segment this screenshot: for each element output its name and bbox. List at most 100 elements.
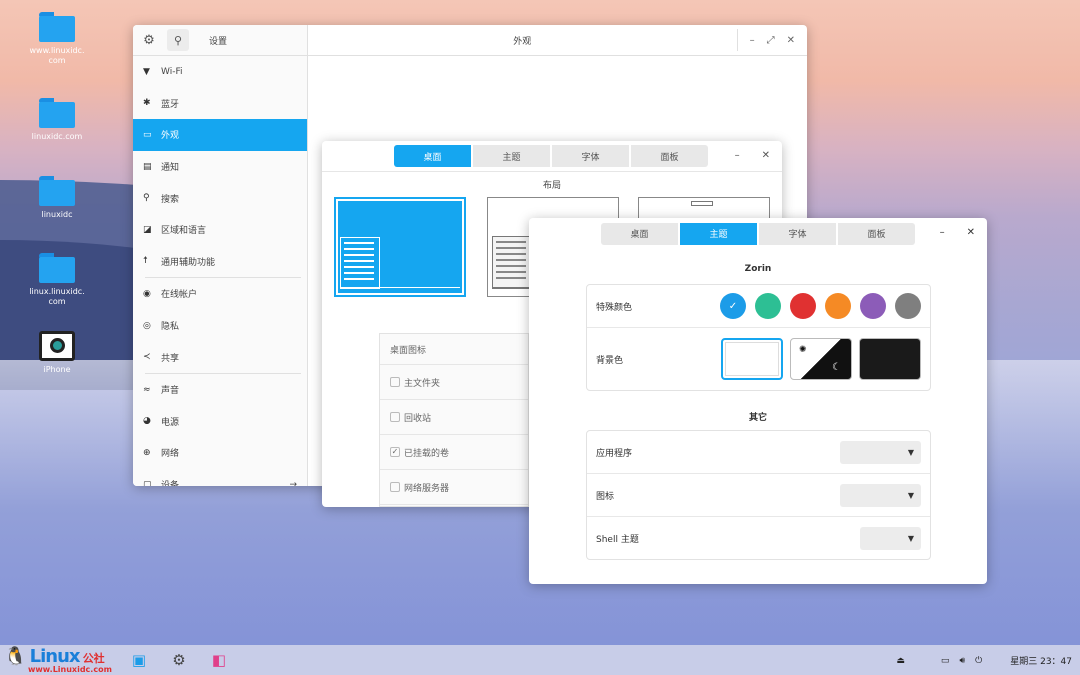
desktop-camera[interactable]: iPhone: [22, 331, 92, 375]
sidebar-item-privacy[interactable]: ◎ 隐私: [133, 310, 307, 342]
screen-icon[interactable]: ▭: [941, 656, 950, 666]
sidebar-item-appearance[interactable]: ▭ 外观: [133, 119, 307, 151]
tweaks-header: 桌面 主题 字体 面板 – ✕: [322, 141, 782, 172]
accent-swatch-green[interactable]: [755, 293, 781, 319]
background-dark-option[interactable]: [859, 338, 921, 380]
close-icon[interactable]: ✕: [967, 227, 975, 238]
software-store-icon[interactable]: ▣: [128, 649, 150, 671]
search-icon: ⚲: [143, 193, 150, 204]
search-button[interactable]: ⚲: [167, 29, 189, 51]
checkbox-checked[interactable]: ✓: [390, 447, 400, 457]
tab-desktop[interactable]: 桌面: [394, 145, 471, 167]
icons-theme-dropdown[interactable]: ▼: [840, 483, 921, 507]
apps-theme-dropdown[interactable]: ▼: [840, 440, 921, 464]
checkbox[interactable]: [390, 482, 400, 492]
sidebar-item-sharing[interactable]: ≺ 共享: [133, 341, 307, 373]
checkbox[interactable]: [390, 412, 400, 422]
check-icon: ✓: [728, 300, 738, 312]
sidebar-item-region[interactable]: ◪ 区域和语言: [133, 214, 307, 246]
tab-desktop[interactable]: 桌面: [601, 222, 678, 245]
sidebar-item-wifi[interactable]: ▼ Wi-Fi: [133, 56, 307, 88]
checkbox-mounted-volumes[interactable]: ✓ 已挂载的卷: [380, 435, 528, 470]
row-label: 背景色: [596, 355, 624, 366]
checkbox-label: 回收站: [404, 413, 432, 424]
desktop-folder[interactable]: linuxidc: [22, 176, 92, 220]
accent-swatch-red[interactable]: [790, 293, 816, 319]
tab-theme[interactable]: 主题: [473, 145, 550, 167]
tab-fonts[interactable]: 字体: [759, 222, 836, 245]
folder-icon: [39, 176, 75, 206]
window-controls: – ✕: [940, 227, 975, 238]
accent-swatch-orange[interactable]: [825, 293, 851, 319]
power-icon: ◕: [143, 416, 151, 427]
tab-fonts[interactable]: 字体: [552, 145, 629, 167]
close-icon[interactable]: ✕: [787, 35, 795, 46]
sidebar-item-label: 网络: [161, 449, 180, 460]
sidebar-item-bluetooth[interactable]: ✱ 蓝牙: [133, 88, 307, 120]
accent-swatch-purple[interactable]: [860, 293, 886, 319]
tab-panel[interactable]: 面板: [838, 222, 915, 245]
checkbox-trash[interactable]: 回收站: [380, 400, 528, 435]
sidebar-item-label: 区域和语言: [161, 226, 207, 237]
chevron-down-icon: ▼: [907, 447, 914, 457]
eject-icon[interactable]: ⏏: [896, 656, 905, 666]
sidebar-item-online-accounts[interactable]: ◉ 在线帐户: [133, 278, 307, 310]
tweaks-window-theme: 桌面 主题 字体 面板 – ✕ Zorin 特殊颜色 ✓ 背景色 ✺ ☾ 其它 …: [529, 218, 987, 584]
taskbar-preview: [340, 287, 460, 292]
gear-icon[interactable]: ⚙: [133, 33, 165, 48]
appearance-app-icon[interactable]: ◧: [208, 649, 230, 671]
sidebar-item-accessibility[interactable]: ☨ 通用辅助功能: [133, 246, 307, 278]
row-label: Shell 主题: [596, 534, 639, 545]
background-options: ✺ ☾: [721, 338, 921, 380]
sidebar-item-network[interactable]: ⊕ 网络: [133, 437, 307, 469]
sidebar-header: ⚙ ⚲ 设置: [133, 25, 307, 56]
sidebar-item-label: Wi-Fi: [161, 66, 183, 77]
desktop-folder[interactable]: linux.linuxidc. com: [22, 253, 92, 307]
sidebar-item-power[interactable]: ◕ 电源: [133, 406, 307, 438]
camera-icon: [39, 331, 75, 361]
brand-cn-text: 公社: [82, 652, 105, 665]
menu-preview: [492, 236, 532, 288]
menu-preview: [340, 237, 380, 289]
sidebar-item-notifications[interactable]: ▤ 通知: [133, 151, 307, 183]
minimize-icon[interactable]: –: [940, 227, 945, 238]
sidebar-item-sound[interactable]: ≈ 声音: [133, 374, 307, 406]
clock[interactable]: 星期三 23：47: [1010, 654, 1072, 667]
tab-panel[interactable]: 面板: [631, 145, 708, 167]
layout-option-selected[interactable]: [334, 197, 466, 297]
sidebar-item-devices[interactable]: ▢ 设备 →: [133, 469, 307, 486]
background-row: 背景色 ✺ ☾: [587, 328, 930, 390]
desktop-icon-label: www.linuxidc. com: [29, 46, 85, 65]
accessibility-icon: ☨: [143, 256, 148, 267]
region-icon: ◪: [143, 224, 152, 235]
checkbox-label: 主文件夹: [404, 378, 441, 389]
sidebar-item-label: 外观: [161, 131, 180, 142]
volume-icon[interactable]: 🔊︎: [959, 656, 965, 666]
desktop-folder[interactable]: www.linuxidc. com: [22, 12, 92, 66]
sidebar-item-label: 电源: [161, 417, 180, 428]
background-light-option[interactable]: [721, 338, 783, 380]
accent-swatch-gray[interactable]: [895, 293, 921, 319]
maximize-icon[interactable]: ⤢: [767, 35, 775, 46]
settings-gear-icon[interactable]: ⚙: [168, 649, 190, 671]
desktop-folder[interactable]: linuxidc.com: [22, 98, 92, 142]
layout-label: 布局: [542, 181, 561, 191]
brand-text: Linux: [29, 646, 81, 667]
minimize-icon[interactable]: –: [735, 150, 740, 161]
minimize-icon[interactable]: –: [750, 35, 755, 46]
accent-swatches: ✓: [720, 293, 921, 319]
close-icon[interactable]: ✕: [762, 150, 770, 161]
shell-theme-dropdown[interactable]: ▼: [860, 526, 921, 550]
desktop-icon-label: iPhone: [43, 365, 71, 374]
settings-header: 外观 – ⤢ ✕: [308, 25, 807, 56]
power-icon[interactable]: ⏻: [975, 656, 982, 666]
sidebar-item-search[interactable]: ⚲ 搜索: [133, 182, 307, 214]
checkbox-home-folder[interactable]: 主文件夹: [380, 365, 528, 400]
accent-swatch-blue[interactable]: ✓: [720, 293, 746, 319]
checkbox[interactable]: [390, 377, 400, 387]
checkbox-network-servers[interactable]: 网络服务器: [380, 470, 528, 505]
background-auto-option[interactable]: ✺ ☾: [790, 338, 852, 380]
bluetooth-icon: ✱: [143, 98, 151, 109]
tab-theme[interactable]: 主题: [680, 222, 757, 245]
other-card: 应用程序 ▼ 图标 ▼ Shell 主题 ▼: [586, 430, 931, 560]
